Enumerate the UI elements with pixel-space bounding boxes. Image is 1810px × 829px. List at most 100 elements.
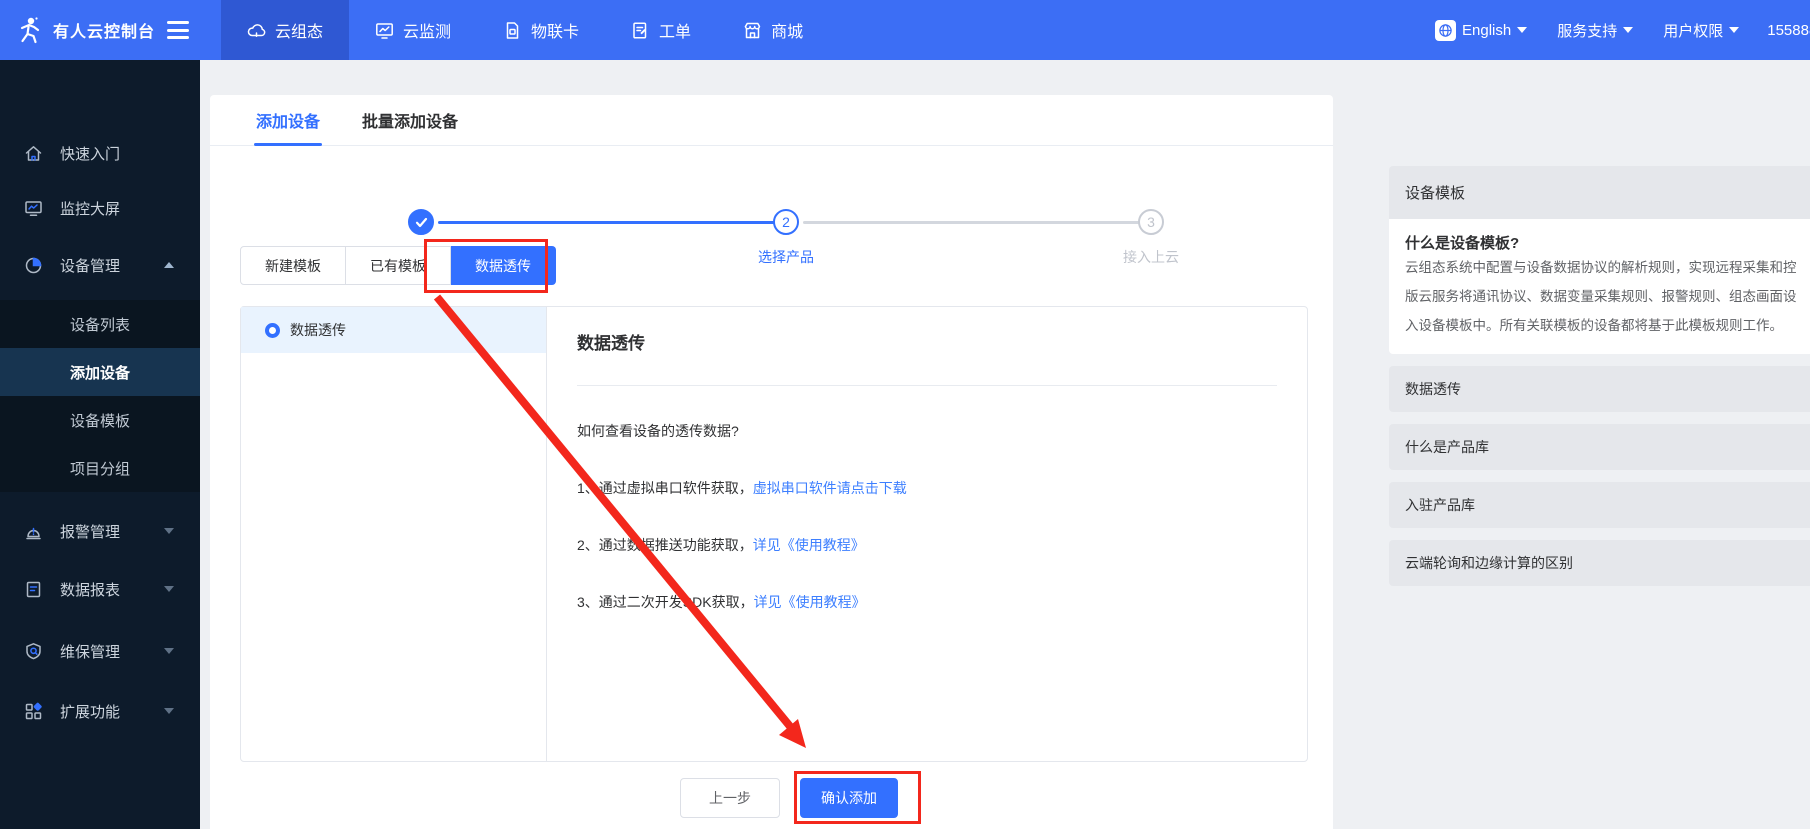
sidebar-subitem-label: 项目分组 (70, 458, 130, 479)
work-order-icon (631, 21, 650, 40)
sim-card-icon (503, 21, 522, 40)
topnav-item-cloud-scada[interactable]: 云组态 (221, 0, 349, 60)
step-1-circle (408, 209, 434, 235)
topnav-label: 工单 (659, 18, 691, 42)
template-tab-label: 已有模板 (370, 256, 426, 276)
topnav-label: 云监测 (403, 18, 451, 42)
tab-batch-add-device[interactable]: 批量添加设备 (362, 95, 458, 146)
page-tabs: 添加设备 批量添加设备 (210, 95, 1333, 146)
step-line-1 (438, 221, 776, 224)
sidebar-item-extended-functions[interactable]: 扩展功能 (0, 683, 200, 739)
sidebar-item-label: 扩展功能 (60, 701, 120, 722)
help-item-cloud-polling-vs-edge[interactable]: 云端轮询和边缘计算的区别 (1389, 540, 1810, 586)
topbar: 有人云控制台 云组态 云监测 (0, 0, 1810, 60)
download-virtual-serial-link[interactable]: 虚拟串口软件请点击下载 (753, 480, 907, 496)
radio-selected-icon[interactable] (265, 323, 280, 338)
topnav-label: 商城 (771, 18, 803, 42)
topnav-item-cloud-monitor[interactable]: 云监测 (349, 0, 477, 60)
language-label: English (1462, 22, 1511, 39)
person-logo-icon (14, 15, 44, 45)
template-tab-new-template[interactable]: 新建模板 (240, 246, 346, 285)
sidebar-item-device-management[interactable]: 设备管理 (0, 237, 200, 293)
sidebar-submenu-device-management: 设备列表 添加设备 设备模板 项目分组 (0, 300, 200, 492)
previous-step-button[interactable]: 上一步 (680, 778, 780, 818)
template-tab-data-passthrough[interactable]: 数据透传 (451, 246, 556, 285)
detail-title: 数据透传 (577, 329, 1277, 354)
sidebar-item-project-group[interactable]: 项目分组 (0, 444, 200, 492)
detail-item: 1、通过虚拟串口软件获取，虚拟串口软件请点击下载 (577, 478, 1277, 498)
sidebar-subitem-label: 设备列表 (70, 314, 130, 335)
detail-item-text: 2、通过数据推送功能获取， (577, 537, 753, 553)
store-icon (743, 21, 762, 40)
step-2-circle: 2 (773, 209, 799, 235)
sidebar: 快速入门 监控大屏 设备管理 设备列表 添加设备 (0, 60, 200, 829)
data-passthrough-panel: 数据透传 数据透传 如何查看设备的透传数据? 1、通过虚拟串口软件获取，虚拟串口… (240, 306, 1308, 762)
template-tab-label: 数据透传 (475, 256, 531, 276)
monitor-chart-icon (375, 21, 394, 40)
chevron-up-icon (164, 262, 174, 268)
confirm-add-button[interactable]: 确认添加 (800, 778, 898, 818)
language-selector[interactable]: English (1425, 20, 1537, 41)
chevron-down-icon (164, 586, 174, 592)
stepper: 2 3 基本信息 选择产品 接入上云 (210, 147, 1333, 237)
step-number: 3 (1147, 214, 1155, 230)
topnav-item-work-order[interactable]: 工单 (605, 0, 717, 60)
help-item-join-product-library[interactable]: 入驻产品库 (1389, 482, 1810, 528)
hamburger-icon[interactable] (167, 21, 189, 39)
tutorial-link-data-push[interactable]: 详见《使用教程》 (753, 537, 865, 553)
tab-label: 批量添加设备 (362, 108, 458, 132)
sidebar-item-label: 报警管理 (60, 521, 120, 542)
brand-title: 有人云控制台 (53, 18, 155, 42)
apps-icon (24, 702, 43, 721)
user-permission-menu[interactable]: 用户权限 (1653, 20, 1749, 41)
pie-chart-icon (24, 256, 43, 275)
template-tab-existing-template[interactable]: 已有模板 (346, 246, 451, 285)
detail-item: 3、通过二次开发SDK获取，详见《使用教程》 (577, 592, 1277, 612)
sidebar-item-device-list[interactable]: 设备列表 (0, 300, 200, 348)
sidebar-item-maintenance-management[interactable]: 维保管理 (0, 623, 200, 679)
chevron-down-icon (1623, 27, 1633, 33)
help-paragraph-line: 版云服务将通讯协议、数据变量采集规则、报警规则、组态画面设 (1405, 282, 1810, 311)
topnav-item-iot-sim[interactable]: 物联卡 (477, 0, 605, 60)
detail-item-text: 3、通过二次开发SDK获取， (577, 594, 754, 610)
sidebar-item-quick-start[interactable]: 快速入门 (0, 125, 200, 181)
service-support-menu[interactable]: 服务支持 (1547, 20, 1643, 41)
panel-detail: 数据透传 如何查看设备的透传数据? 1、通过虚拟串口软件获取，虚拟串口软件请点击… (547, 307, 1307, 761)
help-panel: 设备模板 什么是设备模板? 云组态系统中配置与设备数据协议的解析规则，实现远程采… (1389, 166, 1810, 586)
step-2-label: 选择产品 (726, 247, 846, 267)
help-paragraph-line: 入设备模板中。所有关联模板的设备都将基于此模板规则工作。 (1405, 311, 1810, 340)
tutorial-link-sdk[interactable]: 详见《使用教程》 (754, 594, 866, 610)
radio-option-label: 数据透传 (290, 320, 346, 340)
sidebar-item-monitor-screen[interactable]: 监控大屏 (0, 180, 200, 236)
topnav-label: 物联卡 (531, 18, 579, 42)
shield-icon (24, 642, 43, 661)
screen: 有人云控制台 云组态 云监测 (0, 0, 1810, 829)
step-3-label: 接入上云 (1091, 247, 1211, 267)
divider (577, 385, 1277, 386)
cloud-icon (247, 21, 266, 40)
sidebar-item-add-device[interactable]: 添加设备 (0, 348, 200, 396)
account-phone[interactable]: 1558883611 (1759, 22, 1810, 39)
chevron-down-icon (164, 528, 174, 534)
sidebar-item-label: 维保管理 (60, 641, 120, 662)
help-item-data-passthrough[interactable]: 数据透传 (1389, 366, 1810, 412)
help-item-what-is-product-library[interactable]: 什么是产品库 (1389, 424, 1810, 470)
sidebar-subitem-label: 添加设备 (70, 362, 130, 383)
home-icon (24, 144, 43, 163)
report-icon (24, 580, 43, 599)
sidebar-item-alarm-management[interactable]: 报警管理 (0, 503, 200, 559)
sidebar-item-label: 设备管理 (60, 255, 120, 276)
sidebar-item-data-report[interactable]: 数据报表 (0, 561, 200, 617)
sidebar-item-device-template[interactable]: 设备模板 (0, 396, 200, 444)
template-tab-label: 新建模板 (265, 256, 321, 276)
topnav-item-mall[interactable]: 商城 (717, 0, 829, 60)
detail-question: 如何查看设备的透传数据? (577, 421, 1277, 441)
option-data-passthrough[interactable]: 数据透传 (241, 307, 546, 353)
screen-icon (24, 199, 43, 218)
topnav-label: 云组态 (275, 18, 323, 42)
step-number: 2 (782, 214, 790, 230)
user-permission-label: 用户权限 (1663, 20, 1723, 41)
chevron-down-icon (1517, 27, 1527, 33)
alarm-icon (24, 522, 43, 541)
tab-add-device[interactable]: 添加设备 (256, 95, 320, 146)
